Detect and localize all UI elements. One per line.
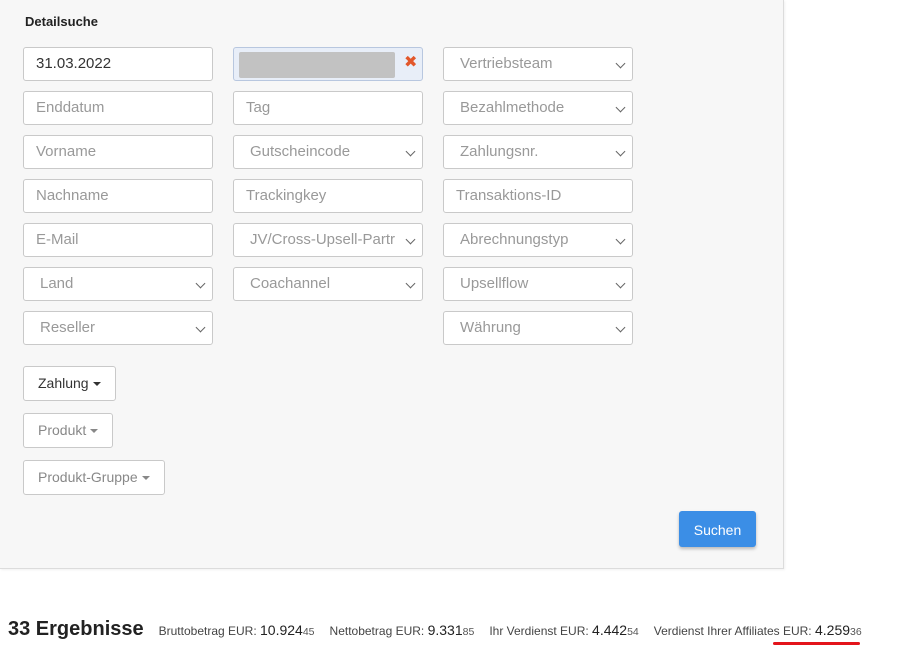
chevron-down-icon xyxy=(615,278,626,289)
payment-number-select-label: Zahlungsnr. xyxy=(460,143,539,160)
chevron-down-icon xyxy=(195,278,206,289)
coachannel-select[interactable]: Coachannel xyxy=(233,267,423,301)
caret-down-icon xyxy=(90,429,99,434)
stat-value-minor: 54 xyxy=(627,626,639,638)
last-name-input[interactable]: Nachname xyxy=(23,179,213,213)
chevron-down-icon xyxy=(405,278,416,289)
currency-select-label: Währung xyxy=(460,319,521,336)
upsellflow-select[interactable]: Upsellflow xyxy=(443,267,633,301)
redacted-tag xyxy=(239,52,395,78)
tag-input[interactable]: Tag xyxy=(233,91,423,125)
product-group-dropdown-button[interactable]: Produkt-Gruppe xyxy=(23,460,165,495)
remove-tag-icon[interactable]: ✖ xyxy=(404,53,417,73)
chevron-down-icon xyxy=(195,322,206,333)
stat-label: Ihr Verdienst EUR: xyxy=(489,624,589,638)
gross-amount-stat: Bruttobetrag EUR: 10.92445 xyxy=(159,622,315,638)
payment-dropdown-label: Zahlung xyxy=(38,375,89,391)
sales-team-select[interactable]: Vertriebsteam xyxy=(443,47,633,81)
email-input[interactable]: E-Mail xyxy=(23,223,213,257)
upsellflow-select-label: Upsellflow xyxy=(460,275,529,292)
stat-value-major: 4.442 xyxy=(592,622,628,638)
caret-down-icon xyxy=(92,382,101,387)
stat-value-minor: 45 xyxy=(302,626,315,638)
net-amount-stat: Nettobetrag EUR: 9.33185 xyxy=(330,622,475,638)
chevron-down-icon xyxy=(615,102,626,113)
highlight-underline xyxy=(773,642,860,645)
country-select[interactable]: Land xyxy=(23,267,213,301)
stat-value-major: 4.259 xyxy=(814,622,851,638)
caret-down-icon xyxy=(141,476,150,481)
panel-title: Detailsuche xyxy=(25,14,98,29)
currency-select[interactable]: Währung xyxy=(443,311,633,345)
results-summary: 33 Ergebnisse Bruttobetrag EUR: 10.92445… xyxy=(8,618,877,644)
end-date-input[interactable]: Enddatum xyxy=(23,91,213,125)
billing-type-select[interactable]: Abrechnungstyp xyxy=(443,223,633,257)
product-tag-field[interactable]: ✖ xyxy=(233,47,423,81)
stat-value-major: 9.331 xyxy=(427,622,463,638)
coupon-code-select[interactable]: Gutscheincode xyxy=(233,135,423,169)
stat-label: Nettobetrag EUR: xyxy=(329,624,425,638)
reseller-select-label: Reseller xyxy=(40,319,96,336)
product-dropdown-button[interactable]: Produkt xyxy=(23,413,114,448)
coachannel-select-label: Coachannel xyxy=(250,275,331,292)
chevron-down-icon xyxy=(405,234,416,245)
jv-partner-select-label: JV/Cross-Upsell-Partr xyxy=(250,231,396,248)
reseller-select[interactable]: Reseller xyxy=(23,311,213,345)
product-dropdown-label: Produkt xyxy=(38,422,87,438)
chevron-down-icon xyxy=(405,146,416,157)
first-name-input[interactable]: Vorname xyxy=(23,135,213,169)
payment-method-select-label: Bezahlmethode xyxy=(460,99,565,116)
detail-search-panel: Detailsuche 31.03.2022 Enddatum Vorname … xyxy=(0,0,784,569)
stat-label: Bruttobetrag EUR: xyxy=(158,624,257,638)
payment-method-select[interactable]: Bezahlmethode xyxy=(443,91,633,125)
transaction-id-input[interactable]: Transaktions-ID xyxy=(443,179,633,213)
stat-value-major: 10.924 xyxy=(260,622,303,638)
country-select-label: Land xyxy=(40,275,74,292)
chevron-down-icon xyxy=(615,146,626,157)
coupon-code-select-label: Gutscheincode xyxy=(250,143,351,160)
stat-label: Verdienst Ihrer Affiliates EUR: xyxy=(653,624,812,638)
chevron-down-icon xyxy=(615,58,626,69)
payment-number-select[interactable]: Zahlungsnr. xyxy=(443,135,633,169)
chevron-down-icon xyxy=(615,322,626,333)
start-date-input[interactable]: 31.03.2022 xyxy=(23,47,213,81)
billing-type-select-label: Abrechnungstyp xyxy=(460,231,569,248)
stat-value-minor: 36 xyxy=(850,626,862,638)
stat-value-minor: 85 xyxy=(462,626,475,638)
sales-team-select-label: Vertriebsteam xyxy=(460,55,553,72)
payment-dropdown-button[interactable]: Zahlung xyxy=(23,366,116,401)
your-earnings-stat: Ihr Verdienst EUR: 4.44254 xyxy=(489,622,638,638)
jv-partner-select[interactable]: JV/Cross-Upsell-Partr xyxy=(233,223,423,257)
search-button[interactable]: Suchen xyxy=(679,511,756,547)
chevron-down-icon xyxy=(615,234,626,245)
product-group-dropdown-label: Produkt-Gruppe xyxy=(38,469,138,485)
affiliate-earnings-stat: Verdienst Ihrer Affiliates EUR: 4.25936 xyxy=(654,622,862,638)
results-count: 33 Ergebnisse xyxy=(8,618,144,640)
tracking-key-input[interactable]: Trackingkey xyxy=(233,179,423,213)
